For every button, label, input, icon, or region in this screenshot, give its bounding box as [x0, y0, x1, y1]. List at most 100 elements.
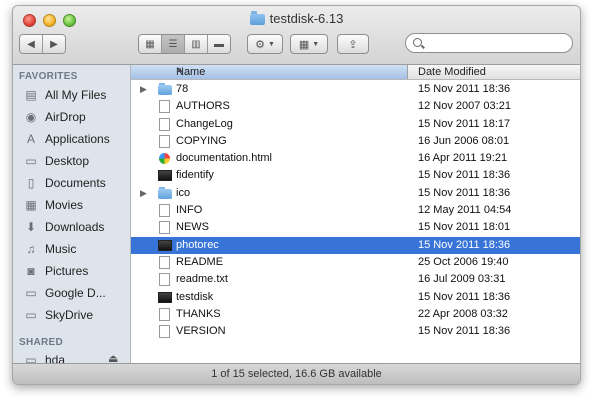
- sidebar-item-label: Desktop: [45, 154, 90, 168]
- file-row[interactable]: VERSION 15 Nov 2011 18:36: [131, 323, 580, 340]
- chevron-down-icon: ▼: [267, 40, 275, 48]
- status-bar: 1 of 15 selected, 16.6 GB available: [13, 363, 580, 384]
- sidebar-item-label: SkyDrive: [45, 308, 94, 322]
- cover-flow-icon[interactable]: ▬: [208, 35, 230, 53]
- applications-icon: A: [26, 132, 35, 146]
- file-row[interactable]: ▶ 78 15 Nov 2011 18:36: [131, 81, 580, 98]
- sidebar-item-documents[interactable]: ▯ Documents: [23, 173, 106, 193]
- file-date-modified: 15 Nov 2011 18:36: [418, 169, 511, 182]
- downloads-icon: ⬇: [25, 220, 37, 234]
- file-name: readme.txt: [176, 273, 228, 286]
- document-icon: [159, 221, 170, 235]
- forward-arrow-icon[interactable]: ▶: [43, 35, 65, 53]
- sidebar-item-label: Applications: [45, 132, 110, 146]
- file-date-modified: 15 Nov 2011 18:01: [418, 221, 511, 234]
- file-row[interactable]: AUTHORS 12 Nov 2007 03:21: [131, 98, 580, 115]
- file-name: ico: [176, 186, 191, 199]
- action-menu-button[interactable]: ⚙ ▼: [247, 34, 283, 54]
- arrange-menu-button[interactable]: ▦ ▼: [290, 34, 328, 54]
- skydrive-folder-icon: ▭: [25, 308, 37, 322]
- column-header: Name ▲ Date Modified: [131, 65, 580, 80]
- window-title: testdisk-6.13: [13, 11, 580, 26]
- sidebar-item-pictures[interactable]: ◙ Pictures: [23, 261, 88, 281]
- finder-window: testdisk-6.13 ◀ ▶ ▦ ☰ ▥ ▬ ⚙ ▼ ▦ ▼ ⇪ FAVORI…: [12, 5, 581, 385]
- arrange-grid-icon: ▦: [298, 38, 310, 51]
- html-file-icon: [159, 153, 170, 165]
- file-row[interactable]: fidentify 15 Nov 2011 18:36: [131, 167, 580, 184]
- sidebar-item-airdrop[interactable]: ◉ AirDrop: [23, 107, 86, 127]
- desktop-icon: ▭: [25, 154, 37, 168]
- pictures-icon: ◙: [27, 264, 35, 278]
- file-row[interactable]: README 25 Oct 2006 19:40: [131, 254, 580, 271]
- list-view-icon[interactable]: ☰: [162, 35, 185, 53]
- file-row[interactable]: ChangeLog 15 Nov 2011 18:17: [131, 116, 580, 133]
- file-row[interactable]: NEWS 15 Nov 2011 18:01: [131, 219, 580, 236]
- share-button[interactable]: ⇪: [337, 34, 369, 54]
- window-title-text: testdisk-6.13: [269, 11, 344, 26]
- file-name: AUTHORS: [176, 100, 230, 113]
- document-icon: [159, 117, 170, 131]
- date-modified-column-header[interactable]: Date Modified: [418, 66, 486, 78]
- file-name: THANKS: [176, 307, 221, 320]
- back-arrow-icon[interactable]: ◀: [20, 35, 43, 53]
- document-icon: [159, 134, 170, 148]
- sidebar-item-label: Google D...: [45, 286, 106, 300]
- document-icon: [159, 325, 170, 339]
- favorites-header: FAVORITES: [19, 71, 78, 82]
- name-column-header[interactable]: Name ▲: [131, 65, 408, 79]
- file-row[interactable]: documentation.html 16 Apr 2011 19:21: [131, 150, 580, 167]
- gear-icon: ⚙: [255, 38, 265, 51]
- sidebar-item-label: Documents: [45, 176, 106, 190]
- all-files-icon: ▤: [25, 88, 37, 102]
- file-date-modified: 15 Nov 2011 18:36: [418, 238, 511, 251]
- search-field[interactable]: [405, 33, 573, 53]
- file-row[interactable]: THANKS 22 Apr 2008 03:32: [131, 306, 580, 323]
- sidebar-item-skydrive[interactable]: ▭ SkyDrive: [23, 305, 93, 325]
- disclosure-triangle-icon[interactable]: ▶: [140, 188, 147, 199]
- file-date-modified: 15 Nov 2011 18:36: [418, 290, 511, 303]
- sidebar-item-movies[interactable]: ▦ Movies: [23, 195, 83, 215]
- file-name: photorec: [176, 238, 219, 251]
- file-date-modified: 12 Nov 2007 03:21: [418, 100, 511, 113]
- document-icon: [159, 255, 170, 269]
- sidebar-item-music[interactable]: ♫ Music: [23, 239, 77, 259]
- sidebar-item-label: Pictures: [45, 264, 89, 278]
- sidebar-item-label: Music: [45, 242, 77, 256]
- executable-icon: [158, 170, 172, 182]
- search-icon: [413, 38, 422, 47]
- folder-icon: [249, 11, 265, 25]
- file-row[interactable]: ▶ ico 15 Nov 2011 18:36: [131, 185, 580, 202]
- document-icon: [159, 204, 170, 218]
- sidebar-item-all-my-files[interactable]: ▤ All My Files: [23, 85, 106, 105]
- airdrop-icon: ◉: [25, 110, 37, 124]
- shared-header: SHARED: [19, 337, 64, 348]
- file-date-modified: 16 Apr 2011 19:21: [418, 152, 508, 165]
- file-row[interactable]: COPYING 16 Jun 2006 08:01: [131, 133, 580, 150]
- file-row[interactable]: readme.txt 16 Jul 2009 03:31: [131, 271, 580, 288]
- sidebar: FAVORITES ▤ All My Files ◉ AirDrop A Applicat…: [13, 65, 131, 367]
- sidebar-item-label: Movies: [45, 198, 84, 212]
- file-row[interactable]: photorec 15 Nov 2011 18:36: [131, 236, 580, 254]
- chevron-down-icon: ▼: [312, 40, 320, 48]
- icon-view-icon[interactable]: ▦: [139, 35, 162, 53]
- sort-ascending-icon: ▲: [176, 65, 184, 74]
- file-date-modified: 15 Nov 2011 18:17: [418, 117, 511, 130]
- sidebar-item-downloads[interactable]: ⬇ Downloads: [23, 217, 104, 237]
- file-row[interactable]: INFO 12 May 2011 04:54: [131, 202, 580, 219]
- file-rows: ▶ 78 15 Nov 2011 18:36 AUTHORS 12 Nov 2007 0…: [131, 81, 580, 340]
- sidebar-item-google-d[interactable]: ▭ Google D...: [23, 283, 106, 303]
- sidebar-item-desktop[interactable]: ▭ Desktop: [23, 151, 89, 171]
- column-view-icon[interactable]: ▥: [185, 35, 208, 53]
- file-row[interactable]: testdisk 15 Nov 2011 18:36: [131, 289, 580, 306]
- file-name: 78: [176, 83, 189, 95]
- sidebar-item-applications[interactable]: A Applications: [23, 129, 110, 149]
- file-name: testdisk: [176, 290, 214, 303]
- sidebar-item-label: AirDrop: [45, 110, 86, 124]
- disclosure-triangle-icon[interactable]: ▶: [140, 84, 147, 95]
- file-name: INFO: [176, 204, 203, 217]
- file-date-modified: 15 Nov 2011 18:36: [418, 186, 511, 199]
- file-name: fidentify: [176, 169, 214, 182]
- search-input[interactable]: [426, 36, 570, 52]
- music-icon: ♫: [26, 242, 36, 256]
- document-icon: [159, 307, 170, 321]
